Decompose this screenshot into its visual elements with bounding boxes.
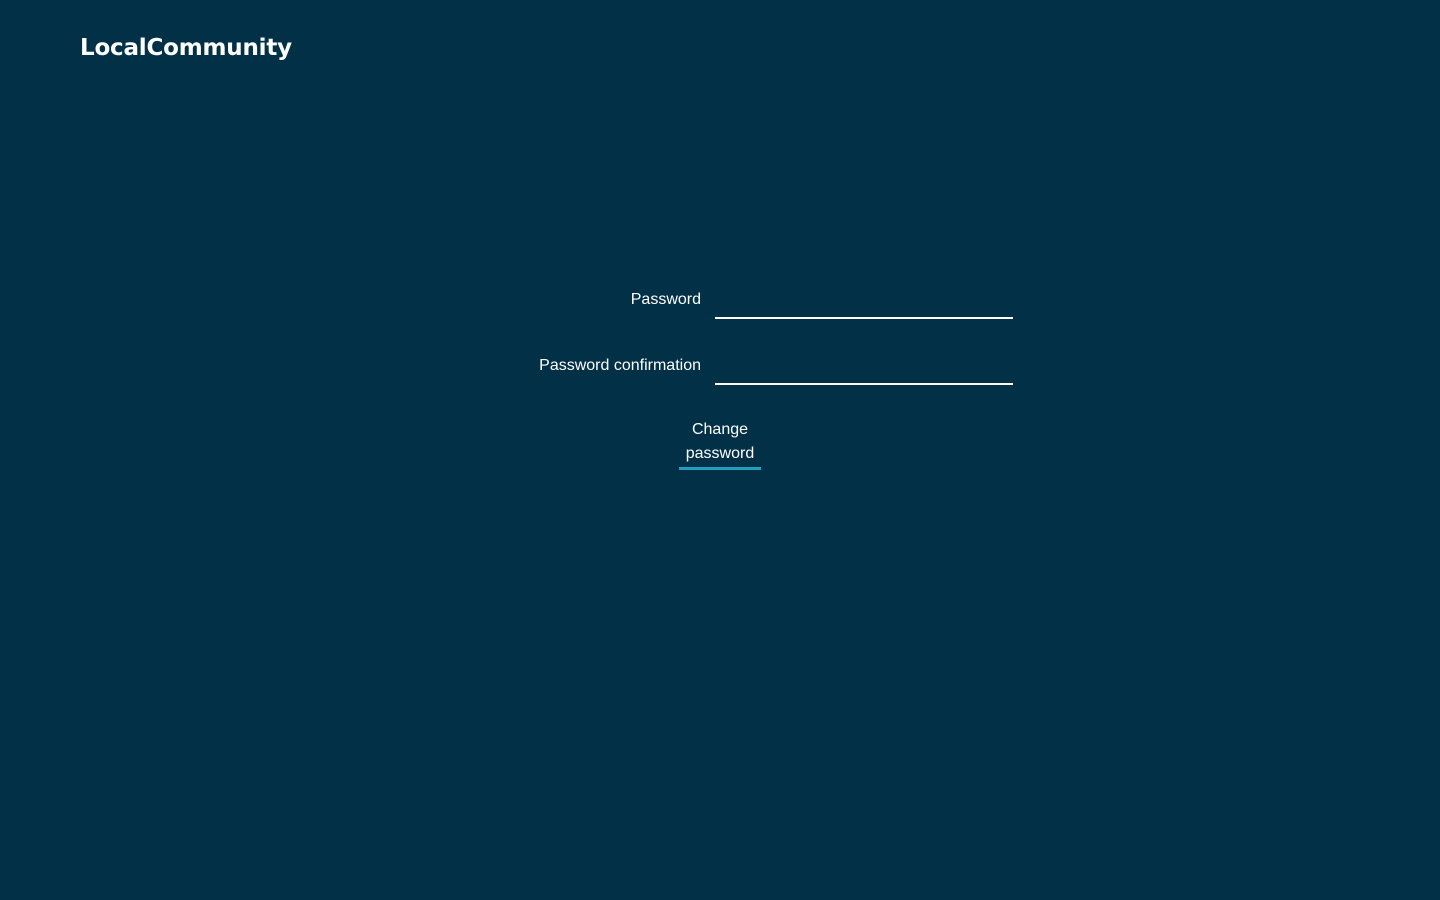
password-row: Password — [400, 280, 1027, 320]
password-confirmation-input[interactable] — [715, 353, 1013, 385]
change-password-button[interactable]: Change password — [679, 418, 761, 470]
password-confirmation-row: Password confirmation — [400, 346, 1027, 386]
password-confirmation-label: Password confirmation — [539, 357, 701, 374]
password-label: Password — [630, 291, 701, 308]
password-input[interactable] — [715, 287, 1013, 319]
change-password-form: Password Password confirmation Change pa… — [0, 0, 1440, 900]
